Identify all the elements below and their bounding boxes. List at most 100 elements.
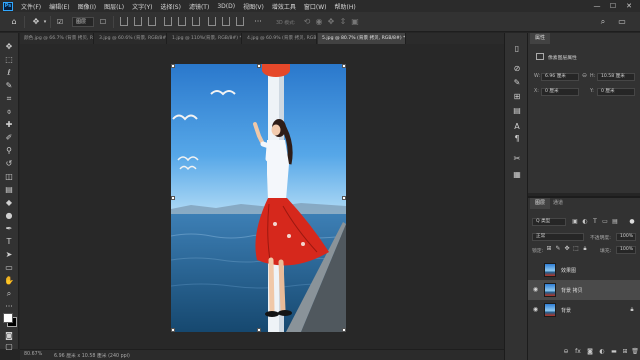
filter-type-icon[interactable]: T bbox=[591, 218, 599, 226]
x-field[interactable]: 0 厘米 bbox=[541, 88, 579, 96]
tab-document-2[interactable]: 3.jpg @ 60.6% (背景, RGB/8#) * bbox=[95, 33, 167, 44]
crop-tool-icon[interactable]: ⌗ bbox=[3, 93, 15, 104]
home-icon[interactable]: ⌂ bbox=[8, 16, 20, 28]
auto-select-checkbox[interactable]: ☑ bbox=[55, 16, 65, 28]
lock-all-icon[interactable]: 🔒︎ bbox=[581, 245, 589, 253]
menu-layer[interactable]: 图层(L) bbox=[100, 2, 128, 11]
actions-panel-icon[interactable]: ▤ bbox=[511, 105, 523, 116]
brush-settings-icon[interactable]: ✎ bbox=[511, 77, 523, 88]
transform-handle[interactable] bbox=[171, 196, 175, 200]
layer-row-background[interactable]: ◉ 背景 🔒︎ bbox=[528, 300, 640, 320]
maximize-button[interactable]: ☐ bbox=[606, 1, 620, 11]
tab-document-1[interactable]: 颜色.jpg @ 66.7% (背景 拷贝, RGB/8#) * bbox=[20, 33, 94, 44]
paragraph-panel-icon[interactable]: ¶ bbox=[511, 133, 523, 144]
transform-handle[interactable] bbox=[257, 64, 261, 68]
adjustments-panel-icon[interactable]: ⊘ bbox=[511, 63, 523, 74]
more-options-icon[interactable]: ··· bbox=[252, 16, 264, 28]
tab-document-3[interactable]: 1.jpg @ 110%(背景, RGB/8#) * bbox=[168, 33, 242, 44]
menu-help[interactable]: 帮助(H) bbox=[331, 2, 360, 11]
width-field[interactable]: 6.96 厘米 bbox=[541, 73, 579, 81]
brush-tool-icon[interactable]: ✐ bbox=[3, 132, 15, 143]
transform-handle[interactable] bbox=[171, 64, 175, 68]
align-left-icon[interactable] bbox=[120, 17, 128, 26]
hand-tool-icon[interactable]: ✋ bbox=[3, 275, 15, 286]
clone-stamp-tool-icon[interactable]: ⚲ bbox=[3, 145, 15, 156]
move-tool-icon[interactable]: ✥ bbox=[30, 16, 42, 28]
properties-panel-icon[interactable]: ⊞ bbox=[511, 91, 523, 102]
more-tools-icon[interactable]: ··· bbox=[3, 301, 15, 312]
quick-select-tool-icon[interactable]: ✎ bbox=[3, 80, 15, 91]
menu-3d[interactable]: 3D(D) bbox=[213, 3, 239, 10]
distribute-left-icon[interactable] bbox=[208, 17, 216, 26]
transform-handle[interactable] bbox=[342, 328, 346, 332]
show-transform-controls-checkbox[interactable]: ☐ bbox=[97, 16, 109, 28]
align-bottom-icon[interactable] bbox=[192, 17, 200, 26]
move-tool-icon[interactable]: ✥ bbox=[3, 41, 15, 52]
screen-mode-icon[interactable]: ▢ bbox=[3, 341, 15, 352]
tab-document-4[interactable]: 4.jpg @ 60.9% (背景 拷贝, RGB/8#) * bbox=[243, 33, 317, 44]
3d-pan-icon[interactable]: ✥ bbox=[326, 16, 336, 28]
link-layers-icon[interactable]: ⊖ bbox=[562, 348, 570, 356]
add-mask-icon[interactable]: ◙ bbox=[586, 348, 594, 356]
healing-brush-tool-icon[interactable]: ✚ bbox=[3, 119, 15, 130]
filter-smart-object-icon[interactable]: ▤ bbox=[611, 218, 619, 226]
tab-layers[interactable]: 图层 bbox=[530, 198, 551, 209]
auto-select-dropdown[interactable]: 图层 bbox=[72, 17, 94, 27]
path-selection-tool-icon[interactable]: ➤ bbox=[3, 249, 15, 260]
link-icon[interactable]: ⊖ bbox=[582, 72, 587, 79]
align-top-icon[interactable] bbox=[164, 17, 172, 26]
pen-tool-icon[interactable]: ✒ bbox=[3, 223, 15, 234]
zoom-level[interactable]: 80.67% bbox=[24, 352, 42, 357]
blend-mode-dropdown[interactable]: 正常 bbox=[532, 233, 584, 241]
menu-file[interactable]: 文件(F) bbox=[17, 2, 45, 11]
layer-filter-dropdown[interactable]: Q 类型 bbox=[532, 218, 566, 226]
eye-icon[interactable]: ◉ bbox=[532, 286, 539, 293]
fill-field[interactable]: 100% bbox=[616, 246, 636, 254]
eraser-tool-icon[interactable]: ◫ bbox=[3, 171, 15, 182]
adjustment-layer-icon[interactable]: ◐ bbox=[598, 348, 606, 356]
layer-style-icon[interactable]: fx bbox=[574, 348, 582, 356]
3d-roll-icon[interactable]: ◉ bbox=[314, 16, 324, 28]
menu-window[interactable]: 窗口(W) bbox=[300, 2, 331, 11]
document-image[interactable] bbox=[171, 64, 346, 332]
distribute-center-icon[interactable] bbox=[222, 17, 230, 26]
dodge-tool-icon[interactable]: ● bbox=[3, 210, 15, 221]
history-panel-icon[interactable]: ▯ bbox=[511, 43, 523, 54]
lock-pixels-icon[interactable]: ✎ bbox=[554, 245, 562, 253]
align-center-icon[interactable] bbox=[134, 17, 142, 26]
chevron-right-icon[interactable]: › bbox=[98, 351, 100, 358]
character-panel-icon[interactable]: A bbox=[511, 121, 523, 132]
transform-handle[interactable] bbox=[257, 328, 261, 332]
close-window-button[interactable]: ✕ bbox=[622, 1, 636, 11]
tools-panel-icon[interactable]: ✂ bbox=[511, 153, 523, 164]
3d-orbit-icon[interactable]: ⟲ bbox=[302, 16, 312, 28]
menu-filter[interactable]: 滤镜(T) bbox=[185, 2, 213, 11]
foreground-color-swatch[interactable] bbox=[3, 313, 13, 323]
menu-edit[interactable]: 编辑(E) bbox=[45, 2, 73, 11]
lock-transparent-icon[interactable]: ⊞ bbox=[545, 245, 553, 253]
new-layer-icon[interactable]: ⊞ bbox=[621, 348, 629, 356]
opacity-field[interactable]: 100% bbox=[616, 233, 636, 241]
menu-select[interactable]: 选择(S) bbox=[156, 2, 185, 11]
search-icon[interactable]: ⌕ bbox=[597, 16, 609, 28]
transform-handle[interactable] bbox=[342, 64, 346, 68]
marquee-tool-icon[interactable]: ⬚ bbox=[3, 54, 15, 65]
chevron-down-icon[interactable]: ▾ bbox=[42, 16, 48, 28]
menu-type[interactable]: 文字(Y) bbox=[128, 2, 156, 11]
filter-toggle-icon[interactable]: ● bbox=[628, 218, 636, 226]
lock-position-icon[interactable]: ✥ bbox=[563, 245, 571, 253]
zoom-tool-icon[interactable]: ⌕ bbox=[3, 288, 15, 299]
rectangle-tool-icon[interactable]: ▭ bbox=[3, 262, 15, 273]
filter-adjustment-icon[interactable]: ◐ bbox=[581, 218, 589, 226]
align-middle-icon[interactable] bbox=[178, 17, 186, 26]
height-field[interactable]: 10.58 厘米 bbox=[597, 73, 635, 81]
lock-artboard-icon[interactable]: ⬚ bbox=[572, 245, 580, 253]
filter-shape-icon[interactable]: ▭ bbox=[601, 218, 609, 226]
quick-mask-icon[interactable]: ◙ bbox=[3, 330, 15, 341]
eye-icon[interactable]: ◉ bbox=[532, 306, 539, 313]
y-field[interactable]: 0 厘米 bbox=[597, 88, 635, 96]
trash-icon[interactable]: 🗑︎ bbox=[631, 348, 639, 356]
tab-channels[interactable]: 通道 bbox=[548, 198, 568, 209]
canvas-area[interactable] bbox=[20, 44, 504, 349]
menu-image[interactable]: 图像(I) bbox=[74, 2, 100, 11]
